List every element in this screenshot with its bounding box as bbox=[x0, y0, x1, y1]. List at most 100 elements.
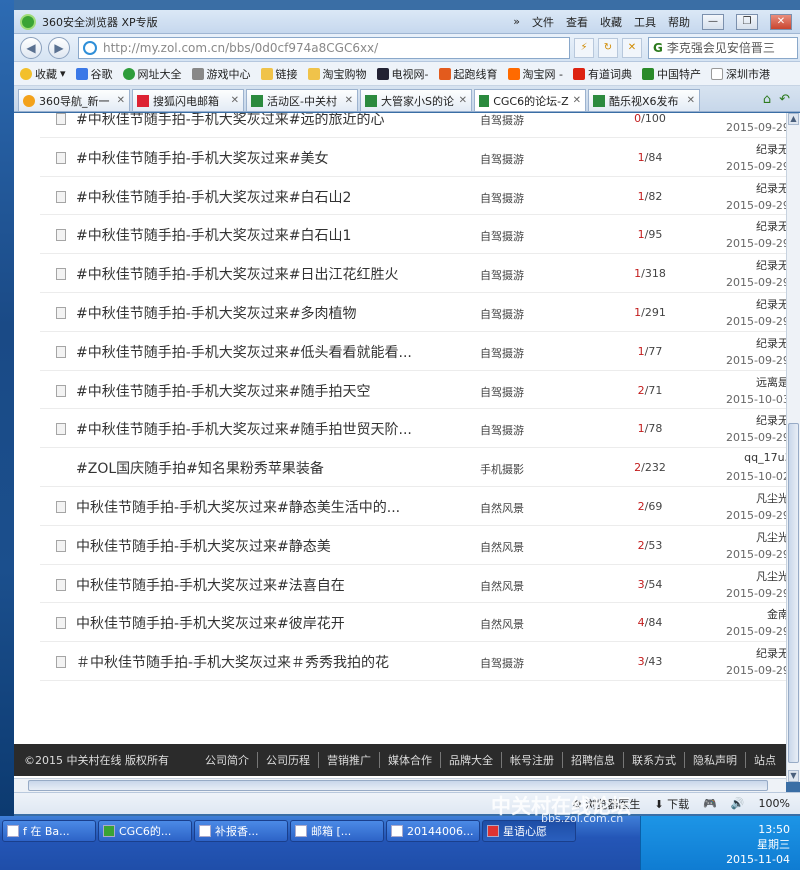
close-tab-icon[interactable]: ✕ bbox=[459, 95, 467, 106]
clock[interactable]: 13:50 星期三 2015-11-04 bbox=[726, 822, 790, 867]
volume-icon[interactable]: 🔊 bbox=[731, 797, 745, 810]
tab-activity[interactable]: 活动区-中关村 ✕ bbox=[246, 89, 358, 111]
gamepad-icon[interactable]: 🎮 bbox=[703, 797, 717, 810]
close-tab-icon[interactable]: ✕ bbox=[573, 95, 581, 106]
thread-author[interactable]: qq_17u3fr bbox=[726, 451, 786, 464]
thread-title[interactable]: #中秋佳节随手拍-手机大奖灰过来#低头看看就能看... bbox=[76, 342, 412, 362]
fav-item-specialty[interactable]: 中国特产 bbox=[641, 66, 701, 82]
thread-author[interactable]: 凡尘光影 bbox=[726, 490, 786, 506]
thread-title[interactable]: ＃中秋佳节随手拍-手机大奖灰过来＃秀秀我拍的花 bbox=[76, 652, 389, 672]
thread-title[interactable]: #中秋佳节随手拍-手机大奖灰过来#白石山2 bbox=[76, 187, 351, 207]
menu-favorites[interactable]: 收藏 bbox=[600, 14, 622, 30]
undo-close-icon[interactable]: ↶ bbox=[779, 92, 790, 107]
scroll-up-button[interactable]: ▲ bbox=[788, 113, 799, 125]
lightning-icon[interactable]: ⚡ bbox=[574, 37, 594, 58]
thread-author[interactable]: CGC6 bbox=[726, 113, 786, 115]
thread-category[interactable]: 自然风景 bbox=[480, 500, 524, 516]
menu-file[interactable]: 文件 bbox=[532, 14, 554, 30]
horizontal-scrollbar[interactable] bbox=[14, 778, 786, 792]
thread-author[interactable]: 纪录无限 bbox=[726, 412, 786, 428]
thread-author[interactable]: 纪录无限 bbox=[726, 141, 786, 157]
thread-category[interactable]: 自然风景 bbox=[480, 578, 524, 594]
thread-category[interactable]: 自驾摄游 bbox=[480, 384, 524, 400]
thread-title[interactable]: 中秋佳节随手拍-手机大奖灰过来#静态美 bbox=[76, 536, 331, 556]
thread-category[interactable]: 自驾摄游 bbox=[480, 267, 524, 283]
thread-category[interactable]: 自驾摄游 bbox=[480, 306, 524, 322]
tab-sohu-mail[interactable]: 搜狐闪电邮箱 ✕ bbox=[132, 89, 244, 111]
thread-title[interactable]: #ZOL国庆随手拍#知名果粉秀苹果装备 bbox=[76, 458, 324, 478]
thread-category[interactable]: 自驾摄游 bbox=[480, 422, 524, 438]
thread-title[interactable]: #中秋佳节随手拍-手机大奖灰过来#日出江花红胜火 bbox=[76, 264, 399, 284]
thread-title[interactable]: #中秋佳节随手拍-手机大奖灰过来#美女 bbox=[76, 148, 329, 168]
thread-author[interactable]: 纪录无限 bbox=[726, 257, 786, 273]
thread-category[interactable]: 自驾摄游 bbox=[480, 345, 524, 361]
task-item-baidu[interactable]: f 在 Ba... bbox=[2, 820, 96, 842]
chevron-right-icon[interactable]: » bbox=[513, 15, 520, 28]
task-item-cgc6[interactable]: CGC6的... bbox=[98, 820, 192, 842]
thread-author[interactable]: 纪录无限 bbox=[726, 335, 786, 351]
menu-help[interactable]: 帮助 bbox=[668, 14, 690, 30]
fav-item-taobao-shopping[interactable]: 淘宝购物 bbox=[307, 66, 367, 82]
fav-item-favorites[interactable]: 收藏 ▾ bbox=[20, 66, 66, 82]
footer-link-privacy[interactable]: 隐私声明 bbox=[684, 752, 745, 768]
task-item-mail[interactable]: 邮箱 [... bbox=[290, 820, 384, 842]
footer-link-history[interactable]: 公司历程 bbox=[257, 752, 318, 768]
close-tab-icon[interactable]: ✕ bbox=[231, 95, 239, 106]
menu-tools[interactable]: 工具 bbox=[634, 14, 656, 30]
search-input[interactable]: G 李克强会见安倍晋三 bbox=[648, 36, 798, 59]
url-input[interactable]: http://my.zol.com.cn/bbs/0d0cf974a8CGC6x… bbox=[78, 36, 570, 59]
footer-link-jobs[interactable]: 招聘信息 bbox=[562, 752, 623, 768]
thread-author[interactable]: 纪录无限 bbox=[726, 645, 786, 661]
thread-title[interactable]: #中秋佳节随手拍-手机大奖灰过来#多肉植物 bbox=[76, 303, 357, 323]
tab-360-nav[interactable]: 360导航_新一 ✕ bbox=[18, 89, 130, 111]
thread-author[interactable]: 凡尘光影 bbox=[726, 568, 786, 584]
fav-item-google[interactable]: 谷歌 bbox=[75, 66, 113, 82]
menu-view[interactable]: 查看 bbox=[566, 14, 588, 30]
close-tab-icon[interactable]: ✕ bbox=[345, 95, 353, 106]
stop-button[interactable]: ✕ bbox=[622, 37, 642, 58]
restore-button[interactable]: ❐ bbox=[736, 13, 758, 30]
thread-title[interactable]: #中秋佳节随手拍-手机大奖灰过来#远的旅近的心 bbox=[76, 113, 385, 129]
thread-title[interactable]: #中秋佳节随手拍-手机大奖灰过来#白石山1 bbox=[76, 225, 351, 245]
thread-category[interactable]: 自然风景 bbox=[480, 539, 524, 555]
close-tab-icon[interactable]: ✕ bbox=[687, 95, 695, 106]
back-button[interactable]: ◀ bbox=[20, 36, 42, 59]
task-item-2014[interactable]: 20144006... bbox=[386, 820, 480, 842]
task-item-buba[interactable]: 补报香... bbox=[194, 820, 288, 842]
thread-author[interactable]: 远离是非 bbox=[726, 374, 786, 390]
fav-item-links[interactable]: 链接 bbox=[260, 66, 298, 82]
thread-category[interactable]: 自驾摄游 bbox=[480, 655, 524, 671]
thread-category[interactable]: 自驾摄游 bbox=[480, 228, 524, 244]
footer-link-sites[interactable]: 站点 bbox=[745, 752, 784, 768]
thread-category[interactable]: 自然风景 bbox=[480, 616, 524, 632]
thread-category[interactable]: 手机摄影 bbox=[480, 461, 524, 477]
refresh-button[interactable]: ↻ bbox=[598, 37, 618, 58]
zoom-level[interactable]: 100% bbox=[759, 797, 790, 810]
forward-button[interactable]: ▶ bbox=[48, 36, 70, 59]
fav-item-sites[interactable]: 网址大全 bbox=[122, 66, 182, 82]
footer-link-register[interactable]: 帐号注册 bbox=[501, 752, 562, 768]
fav-item-taobao[interactable]: 淘宝网 - bbox=[507, 66, 563, 82]
thread-author[interactable]: 纪录无限 bbox=[726, 218, 786, 234]
thread-title[interactable]: #中秋佳节随手拍-手机大奖灰过来#随手拍世贸天阶... bbox=[76, 419, 412, 439]
thread-author[interactable]: 纪录无限 bbox=[726, 180, 786, 196]
fav-item-tv[interactable]: 电视网- bbox=[376, 66, 429, 82]
thread-author[interactable]: 金南竹 bbox=[726, 606, 786, 622]
close-button[interactable]: ✕ bbox=[770, 13, 792, 30]
footer-link-media[interactable]: 媒体合作 bbox=[379, 752, 440, 768]
tab-steward[interactable]: 大管家小S的论 ✕ bbox=[360, 89, 472, 111]
thread-category[interactable]: 自驾摄游 bbox=[480, 113, 524, 128]
fav-item-shenzhen[interactable]: 深圳市港 bbox=[710, 66, 770, 82]
thread-category[interactable]: 自驾摄游 bbox=[480, 151, 524, 167]
thread-author[interactable]: 纪录无限 bbox=[726, 296, 786, 312]
search-engine-icon[interactable]: G bbox=[653, 41, 663, 55]
hscroll-thumb[interactable] bbox=[28, 780, 768, 791]
minimize-button[interactable]: — bbox=[702, 13, 724, 30]
footer-link-contact[interactable]: 联系方式 bbox=[623, 752, 684, 768]
fav-item-qipaoxian[interactable]: 起跑线育 bbox=[438, 66, 498, 82]
scroll-thumb[interactable] bbox=[788, 423, 799, 763]
thread-author[interactable]: 凡尘光影 bbox=[726, 529, 786, 545]
tab-cgc6-forum[interactable]: CGC6的论坛-Z ✕ bbox=[474, 89, 586, 111]
home-icon[interactable]: ⌂ bbox=[763, 92, 771, 107]
thread-title[interactable]: 中秋佳节随手拍-手机大奖灰过来#彼岸花开 bbox=[76, 613, 345, 633]
